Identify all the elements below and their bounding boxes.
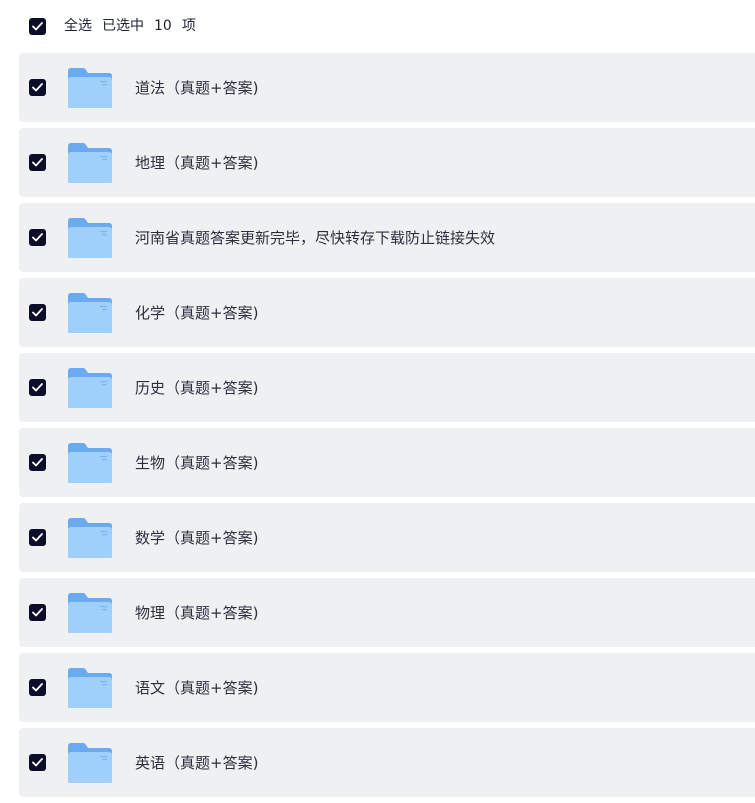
file-name[interactable]: 河南省真题答案更新完毕，尽快转存下载防止链接失效 xyxy=(135,228,495,248)
file-checkbox[interactable] xyxy=(29,79,46,96)
checkmark-icon xyxy=(32,158,43,167)
select-all-bar: 全选 已选中 10 项 xyxy=(0,0,755,52)
file-row[interactable]: 语文（真题+答案) xyxy=(19,653,755,722)
file-row[interactable]: 河南省真题答案更新完毕，尽快转存下载防止链接失效 xyxy=(19,203,755,272)
file-checkbox[interactable] xyxy=(29,454,46,471)
folder-icon xyxy=(68,68,112,108)
file-name[interactable]: 地理（真题+答案) xyxy=(135,153,258,173)
selection-summary: 全选 已选中 10 项 xyxy=(64,17,206,35)
file-row[interactable]: 物理（真题+答案) xyxy=(19,578,755,647)
checkmark-icon xyxy=(32,83,43,92)
file-checkbox[interactable] xyxy=(29,304,46,321)
checkmark-icon xyxy=(32,308,43,317)
checkmark-icon xyxy=(32,22,43,31)
file-row[interactable]: 化学（真题+答案) xyxy=(19,278,755,347)
checkmark-icon xyxy=(32,683,43,692)
folder-icon xyxy=(68,443,112,483)
checkmark-icon xyxy=(32,458,43,467)
file-checkbox[interactable] xyxy=(29,379,46,396)
select-all-checkbox[interactable] xyxy=(29,18,46,35)
file-checkbox[interactable] xyxy=(29,529,46,546)
file-name[interactable]: 历史（真题+答案) xyxy=(135,378,258,398)
file-row[interactable]: 地理（真题+答案) xyxy=(19,128,755,197)
file-row[interactable]: 历史（真题+答案) xyxy=(19,353,755,422)
selected-suffix: 项 xyxy=(181,18,196,34)
folder-icon xyxy=(68,143,112,183)
selected-prefix: 已选中 xyxy=(102,18,144,34)
file-checkbox[interactable] xyxy=(29,679,46,696)
file-name[interactable]: 生物（真题+答案) xyxy=(135,453,258,473)
file-name[interactable]: 化学（真题+答案) xyxy=(135,303,258,323)
file-checkbox[interactable] xyxy=(29,754,46,771)
checkmark-icon xyxy=(32,758,43,767)
file-name[interactable]: 英语（真题+答案) xyxy=(135,753,258,773)
checkmark-icon xyxy=(32,383,43,392)
file-checkbox[interactable] xyxy=(29,229,46,246)
folder-icon xyxy=(68,743,112,783)
file-row[interactable]: 生物（真题+答案) xyxy=(19,428,755,497)
file-name[interactable]: 数学（真题+答案) xyxy=(135,528,258,548)
file-checkbox[interactable] xyxy=(29,604,46,621)
folder-icon xyxy=(68,518,112,558)
file-row[interactable]: 英语（真题+答案) xyxy=(19,728,755,797)
folder-icon xyxy=(68,593,112,633)
checkmark-icon xyxy=(32,608,43,617)
folder-icon xyxy=(68,368,112,408)
checkmark-icon xyxy=(32,233,43,242)
folder-icon xyxy=(68,293,112,333)
file-name[interactable]: 语文（真题+答案) xyxy=(135,678,258,698)
file-row[interactable]: 数学（真题+答案) xyxy=(19,503,755,572)
file-name[interactable]: 物理（真题+答案) xyxy=(135,603,258,623)
file-row[interactable]: 道法（真题+答案) xyxy=(19,53,755,122)
selected-count: 10 xyxy=(154,18,172,34)
folder-icon xyxy=(68,668,112,708)
file-name[interactable]: 道法（真题+答案) xyxy=(135,78,258,98)
checkmark-icon xyxy=(32,533,43,542)
file-list: 道法（真题+答案) 地理（真题+答案) 河南省真题答案更新完毕，尽快转存下载防止… xyxy=(19,53,755,803)
folder-icon xyxy=(68,218,112,258)
select-all-label[interactable]: 全选 xyxy=(64,18,92,34)
file-checkbox[interactable] xyxy=(29,154,46,171)
